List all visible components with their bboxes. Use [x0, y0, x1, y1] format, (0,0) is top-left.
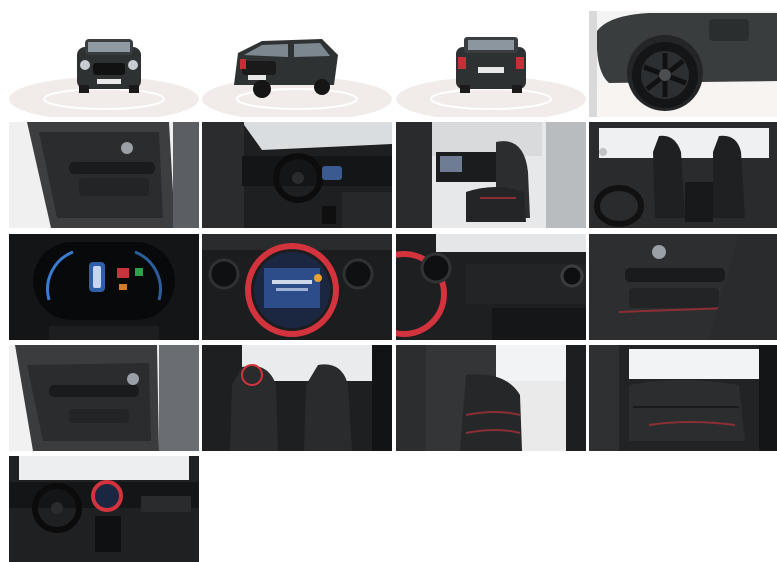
- photo-passenger-door[interactable]: [589, 234, 777, 340]
- passenger-dashboard-image: [396, 234, 586, 340]
- car-rear-image: [396, 11, 586, 117]
- photo-rear-seats-side[interactable]: [396, 345, 586, 451]
- photo-front-studio[interactable]: [9, 11, 199, 117]
- rear-bench-image: [589, 345, 777, 451]
- photo-rear-three-quarter[interactable]: [202, 11, 392, 117]
- photo-infotainment[interactable]: [202, 234, 392, 340]
- rear-bench-side-image: [396, 345, 586, 451]
- infotainment-image: [202, 234, 392, 340]
- driver-dashboard-image: [202, 122, 392, 228]
- photo-front-seats-rear[interactable]: [589, 122, 777, 228]
- photo-front-door-panel[interactable]: [9, 122, 199, 228]
- car-rear-three-quarter-image: [202, 11, 392, 117]
- photo-wheel[interactable]: [589, 11, 777, 117]
- front-seats-side-image: [396, 122, 586, 228]
- front-seats-rear-image: [589, 122, 777, 228]
- photo-rear-bench[interactable]: [589, 345, 777, 451]
- photo-dashboard-left[interactable]: [202, 122, 392, 228]
- wheel-closeup-image: [589, 11, 777, 117]
- photo-rear-seats-back[interactable]: [202, 345, 392, 451]
- photo-passenger-dash[interactable]: [396, 234, 586, 340]
- instrument-cluster-image: [9, 234, 199, 340]
- photo-rear-door-panel[interactable]: [9, 345, 199, 451]
- photo-front-seats-side[interactable]: [396, 122, 586, 228]
- rear-cabin-image: [202, 345, 392, 451]
- photo-gallery-grid: [0, 0, 777, 562]
- rear-door-panel-image: [9, 345, 199, 451]
- door-panel-image: [9, 122, 199, 228]
- car-front-image: [9, 11, 199, 117]
- photo-cockpit-overview[interactable]: [9, 456, 199, 562]
- passenger-door-image: [589, 234, 777, 340]
- cockpit-overview-image: [9, 456, 199, 562]
- photo-rear-studio[interactable]: [396, 11, 586, 117]
- photo-instrument-cluster[interactable]: [9, 234, 199, 340]
